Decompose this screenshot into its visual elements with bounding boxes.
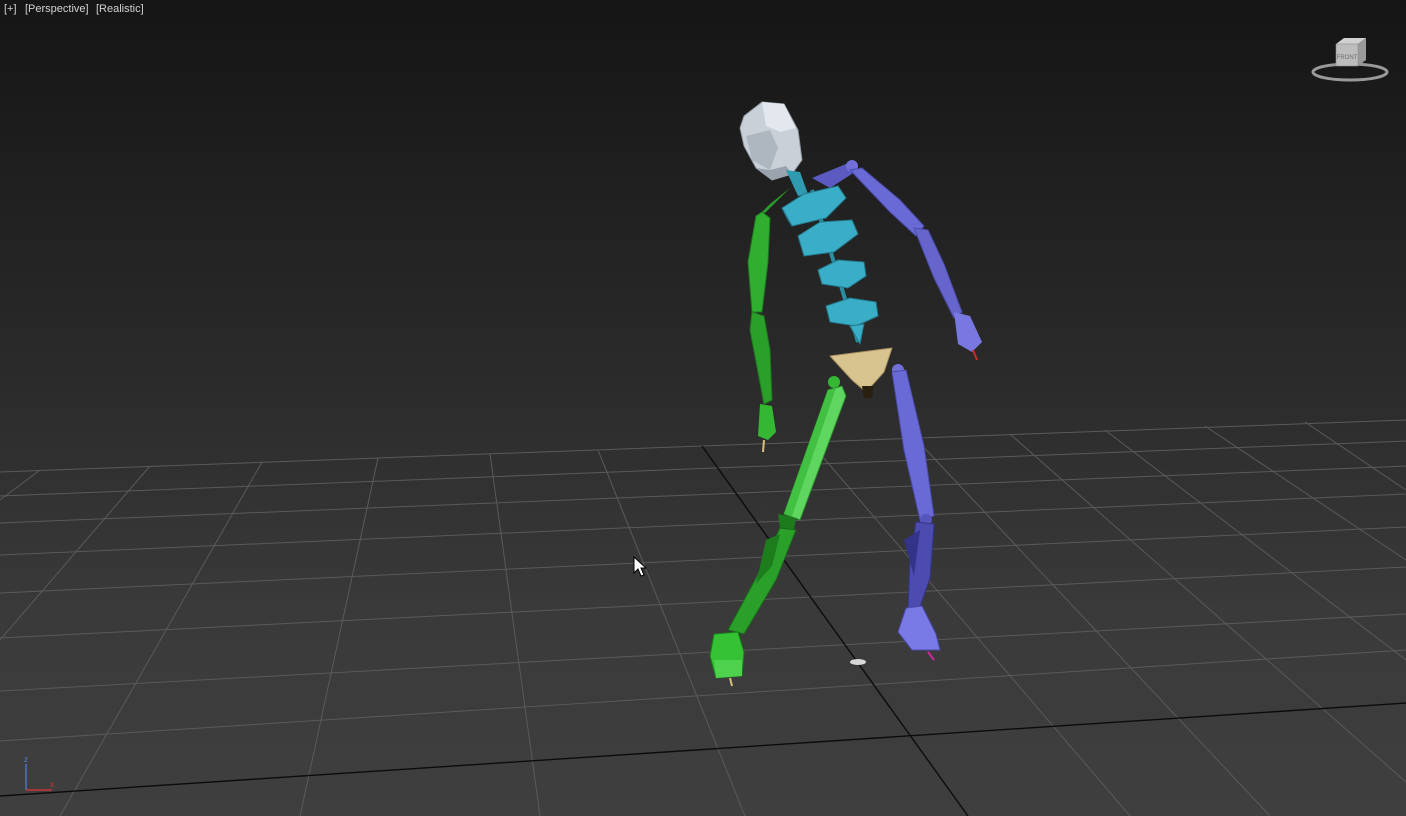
spine[interactable]: [781, 185, 879, 345]
perspective-viewport[interactable]: [+] [Perspective] [Realistic] FRONT z x: [0, 0, 1406, 816]
viewcube-icon[interactable]: FRONT: [1310, 36, 1390, 86]
left-arm[interactable]: [747, 188, 790, 453]
neck[interactable]: [786, 170, 808, 196]
scene-canvas[interactable]: [0, 0, 1406, 816]
center-of-mass-marker[interactable]: [850, 659, 866, 665]
mouse-pointer-icon: [633, 556, 648, 577]
skull-head[interactable]: [739, 101, 803, 181]
left-leg[interactable]: [709, 376, 847, 687]
grid-axes: [0, 445, 1406, 816]
viewcube-face-label: FRONT: [1337, 55, 1358, 61]
axis-z-label: z: [24, 755, 28, 764]
viewcube-ring[interactable]: [1311, 62, 1389, 82]
axis-tripod-icon: z x: [24, 755, 54, 791]
ground-grid: [0, 419, 1406, 816]
biped-skeleton[interactable]: [709, 101, 982, 687]
right-leg[interactable]: [891, 364, 941, 661]
axis-x-label: x: [50, 780, 54, 789]
